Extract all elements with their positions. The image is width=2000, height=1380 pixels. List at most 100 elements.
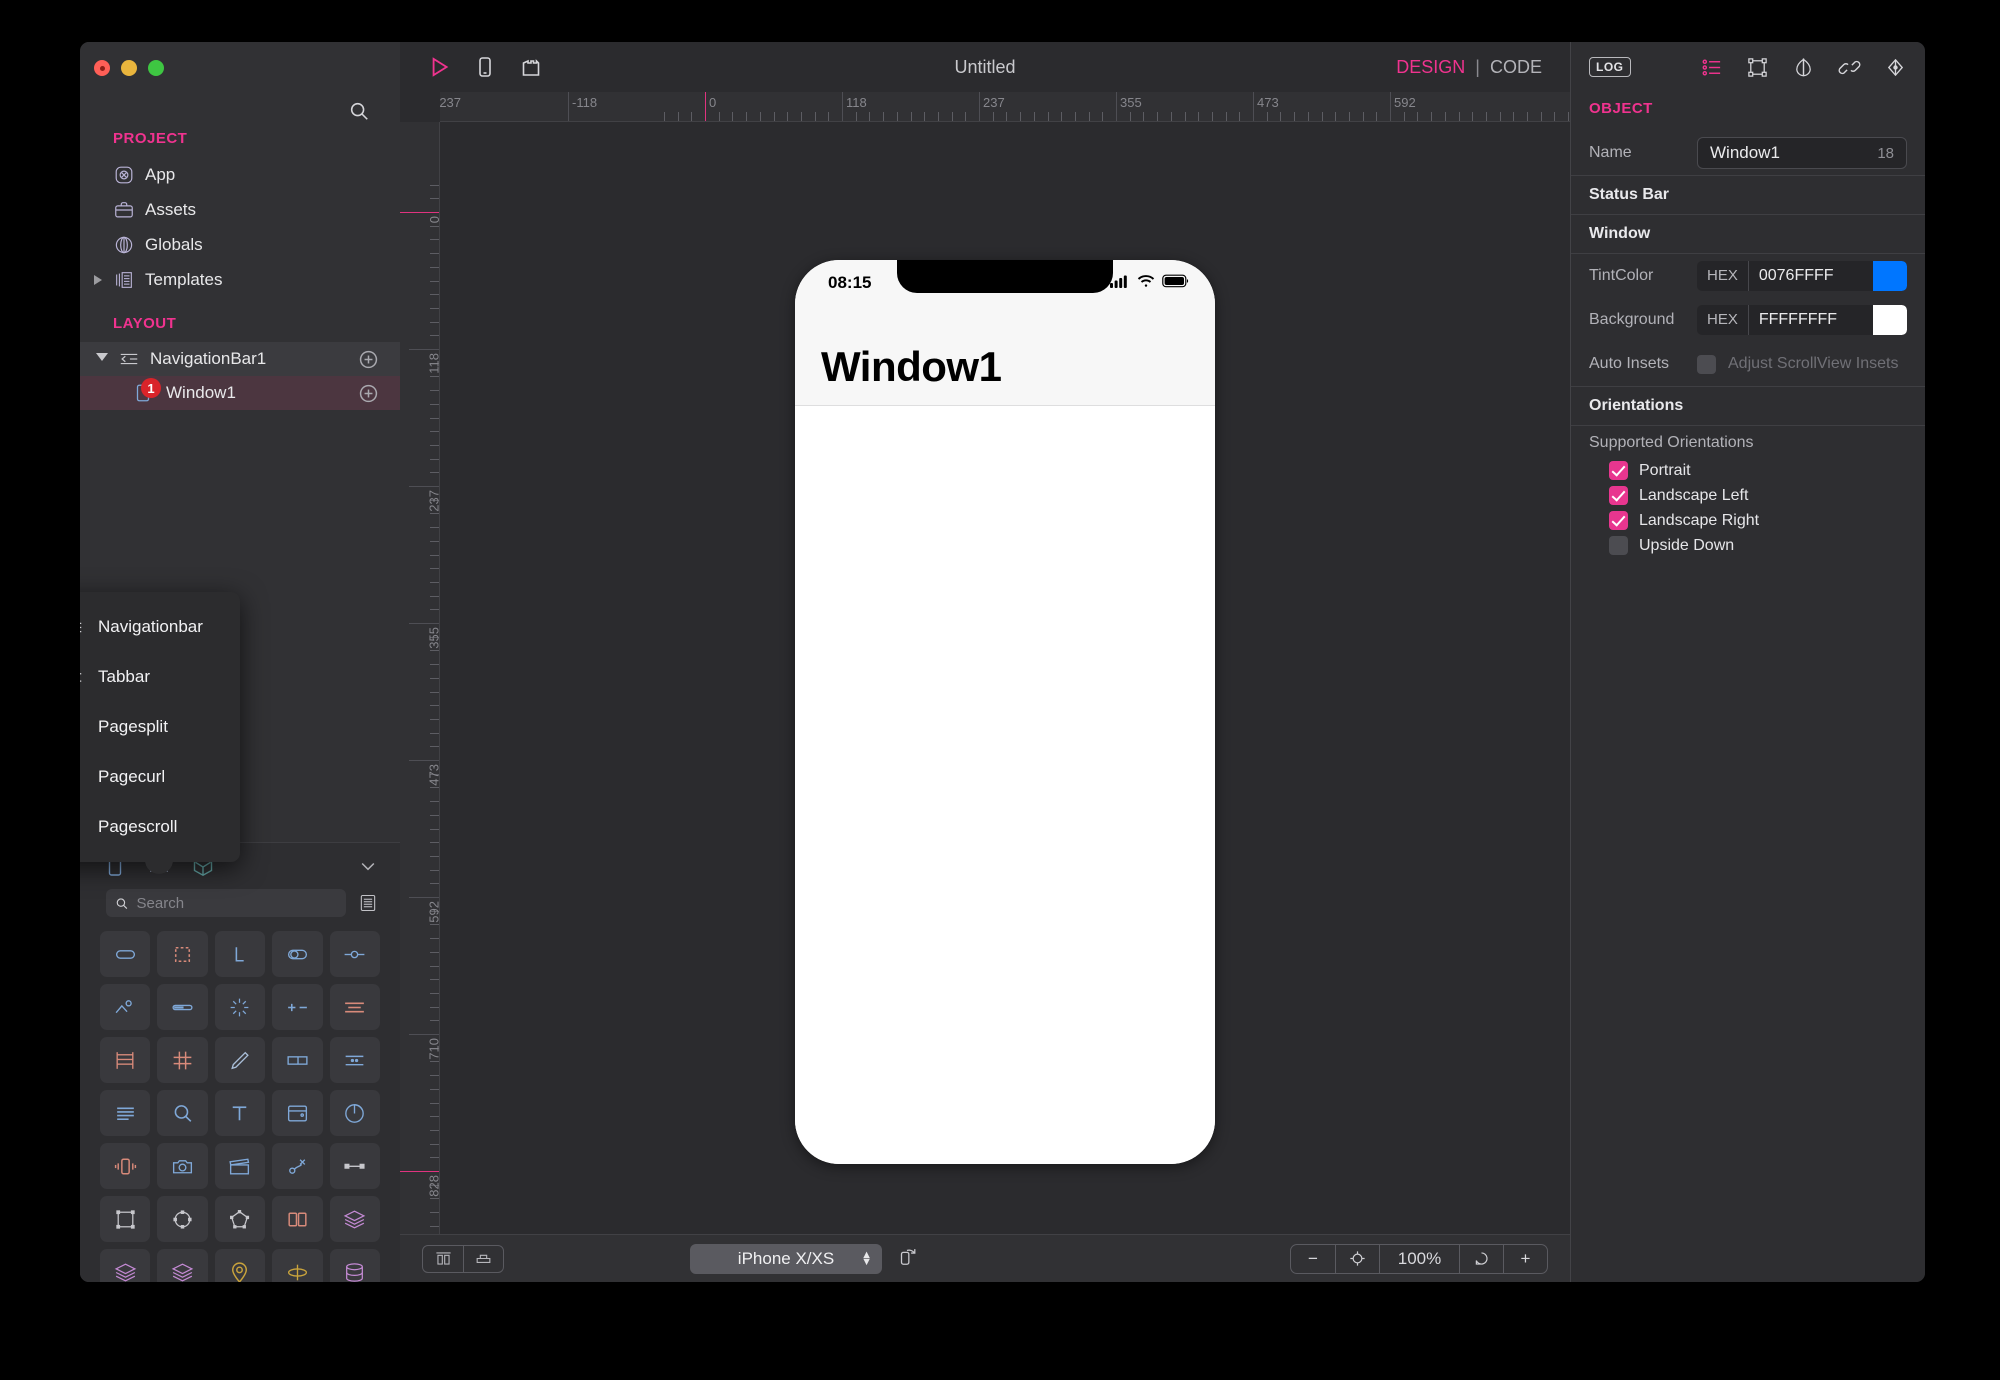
library-item-webview[interactable]: [272, 1090, 322, 1136]
connections-icon[interactable]: [1837, 55, 1861, 79]
library-item-bounds[interactable]: [100, 1196, 150, 1242]
sidebar-item-globals[interactable]: Globals: [80, 227, 400, 262]
library-item-layers[interactable]: [157, 1249, 207, 1282]
background-swatch[interactable]: [1873, 305, 1907, 335]
library-item-dashed-rect[interactable]: [157, 931, 207, 977]
add-child-button[interactable]: [359, 384, 378, 403]
search-field[interactable]: [106, 889, 346, 917]
search-icon[interactable]: [348, 100, 370, 122]
library-item-polygon-node[interactable]: [215, 1196, 265, 1242]
preview-icon[interactable]: [463, 1246, 503, 1272]
library-item-database[interactable]: [330, 1249, 380, 1282]
zoom-value[interactable]: 100%: [1379, 1245, 1459, 1273]
library-item-splitview[interactable]: [272, 1037, 322, 1083]
portrait-checkbox[interactable]: [1609, 461, 1628, 480]
library-item-segmented[interactable]: [330, 984, 380, 1030]
chevron-down-icon[interactable]: [358, 856, 378, 876]
maximize-button[interactable]: [148, 60, 164, 76]
library-item-map-pin[interactable]: [215, 1249, 265, 1282]
stepper-arrows-icon[interactable]: ▲▼: [861, 1252, 872, 1266]
library-item-piechart[interactable]: [330, 1090, 380, 1136]
device-select[interactable]: iPhone X/XS ▲▼: [690, 1244, 882, 1274]
minimize-button[interactable]: [121, 60, 137, 76]
library-item-activity[interactable]: [215, 984, 265, 1030]
zoom-in-button[interactable]: +: [1503, 1245, 1547, 1273]
add-child-button[interactable]: [359, 350, 378, 369]
vertical-ruler[interactable]: 0118237355473592710828: [400, 122, 440, 1234]
library-item-camera[interactable]: [157, 1143, 207, 1189]
sidebar-item-assets[interactable]: Assets: [80, 192, 400, 227]
orientation-landscape-right[interactable]: Landscape Right: [1571, 508, 1925, 533]
design-canvas[interactable]: 08:15: [440, 122, 1570, 1234]
background-hex-value[interactable]: FFFFFFFF: [1749, 311, 1837, 329]
auto-insets-checkbox[interactable]: [1697, 355, 1716, 374]
tintcolor-swatch[interactable]: [1873, 261, 1907, 291]
attributes-icon[interactable]: [1699, 55, 1723, 79]
library-item-textview[interactable]: [100, 1090, 150, 1136]
zoom-actual-button[interactable]: [1459, 1245, 1503, 1273]
tab-design[interactable]: DESIGN: [1396, 57, 1465, 78]
menu-item-pagescroll[interactable]: Pagescroll: [80, 802, 240, 852]
name-input[interactable]: Window1 18: [1697, 137, 1907, 169]
library-item-toolbar[interactable]: [330, 1037, 380, 1083]
zoom-out-button[interactable]: −: [1291, 1245, 1335, 1273]
rotate-device-icon[interactable]: [896, 1245, 918, 1272]
library-item-progress[interactable]: [157, 984, 207, 1030]
zoom-fit-button[interactable]: [1335, 1245, 1379, 1273]
list-view-icon[interactable]: [358, 892, 378, 914]
library-item-layers[interactable]: [330, 1196, 380, 1242]
landscape-left-checkbox[interactable]: [1609, 486, 1628, 505]
library-item-vibrate[interactable]: [100, 1143, 150, 1189]
play-icon[interactable]: [426, 54, 452, 80]
library-item-stepper[interactable]: [272, 984, 322, 1030]
view-mode-segmented[interactable]: [422, 1245, 504, 1273]
phone-content-area[interactable]: [795, 406, 1215, 1164]
menu-item-pagecurl[interactable]: Pagecurl: [80, 752, 240, 802]
close-button[interactable]: [94, 60, 110, 76]
size-icon[interactable]: [1745, 55, 1769, 79]
background-hex-field[interactable]: HEX FFFFFFFF: [1697, 305, 1907, 335]
library-item-image[interactable]: [100, 984, 150, 1030]
tab-code[interactable]: CODE: [1490, 57, 1542, 78]
sidebar-item-window1[interactable]: 1 Window1: [80, 376, 400, 410]
upside-down-checkbox[interactable]: [1609, 536, 1628, 555]
library-item-path[interactable]: [272, 1143, 322, 1189]
sidebar-item-app[interactable]: App: [80, 157, 400, 192]
menu-item-navigationbar[interactable]: Navigationbar: [80, 602, 240, 652]
orientation-portrait[interactable]: Portrait: [1571, 458, 1925, 483]
library-item-switch[interactable]: [272, 931, 322, 977]
disclosure-triangle-icon[interactable]: [96, 353, 108, 366]
sidebar-item-navigationbar1[interactable]: NavigationBar1: [80, 342, 400, 376]
library-item-collectionview[interactable]: [157, 1037, 207, 1083]
library-item-rounded-rect[interactable]: [100, 931, 150, 977]
phone-navigation-bar[interactable]: Window1: [795, 306, 1215, 406]
split-vertical-icon[interactable]: [423, 1246, 463, 1272]
library-item-circle-node[interactable]: [157, 1196, 207, 1242]
library-item-video[interactable]: [215, 1143, 265, 1189]
menu-item-tabbar[interactable]: Tabbar: [80, 652, 240, 702]
device-icon[interactable]: [472, 54, 498, 80]
landscape-right-checkbox[interactable]: [1609, 511, 1628, 530]
library-item-two-columns[interactable]: [272, 1196, 322, 1242]
log-button[interactable]: LOG: [1589, 57, 1631, 77]
library-item-pen[interactable]: [215, 1037, 265, 1083]
horizontal-ruler[interactable]: -237-1180118237355473592: [440, 92, 1570, 122]
search-input[interactable]: [137, 895, 337, 912]
library-item-searchbar[interactable]: [157, 1090, 207, 1136]
library-item-layers[interactable]: [100, 1249, 150, 1282]
library-item-tableview[interactable]: [100, 1037, 150, 1083]
phone-preview[interactable]: 08:15: [795, 260, 1215, 1164]
library-item-label[interactable]: [215, 931, 265, 977]
tintcolor-hex-field[interactable]: HEX 0076FFFF: [1697, 261, 1907, 291]
template-icon[interactable]: [518, 54, 544, 80]
tintcolor-hex-value[interactable]: 0076FFFF: [1749, 267, 1834, 285]
style-icon[interactable]: [1791, 55, 1815, 79]
identity-icon[interactable]: [1883, 55, 1907, 79]
orientation-upside-down[interactable]: Upside Down: [1571, 533, 1925, 558]
library-item-orbit[interactable]: [272, 1249, 322, 1282]
orientation-landscape-left[interactable]: Landscape Left: [1571, 483, 1925, 508]
library-item-constraint[interactable]: [330, 1143, 380, 1189]
disclosure-triangle-icon[interactable]: [94, 275, 102, 285]
library-item-slider[interactable]: [330, 931, 380, 977]
menu-item-pagesplit[interactable]: Pagesplit: [80, 702, 240, 752]
